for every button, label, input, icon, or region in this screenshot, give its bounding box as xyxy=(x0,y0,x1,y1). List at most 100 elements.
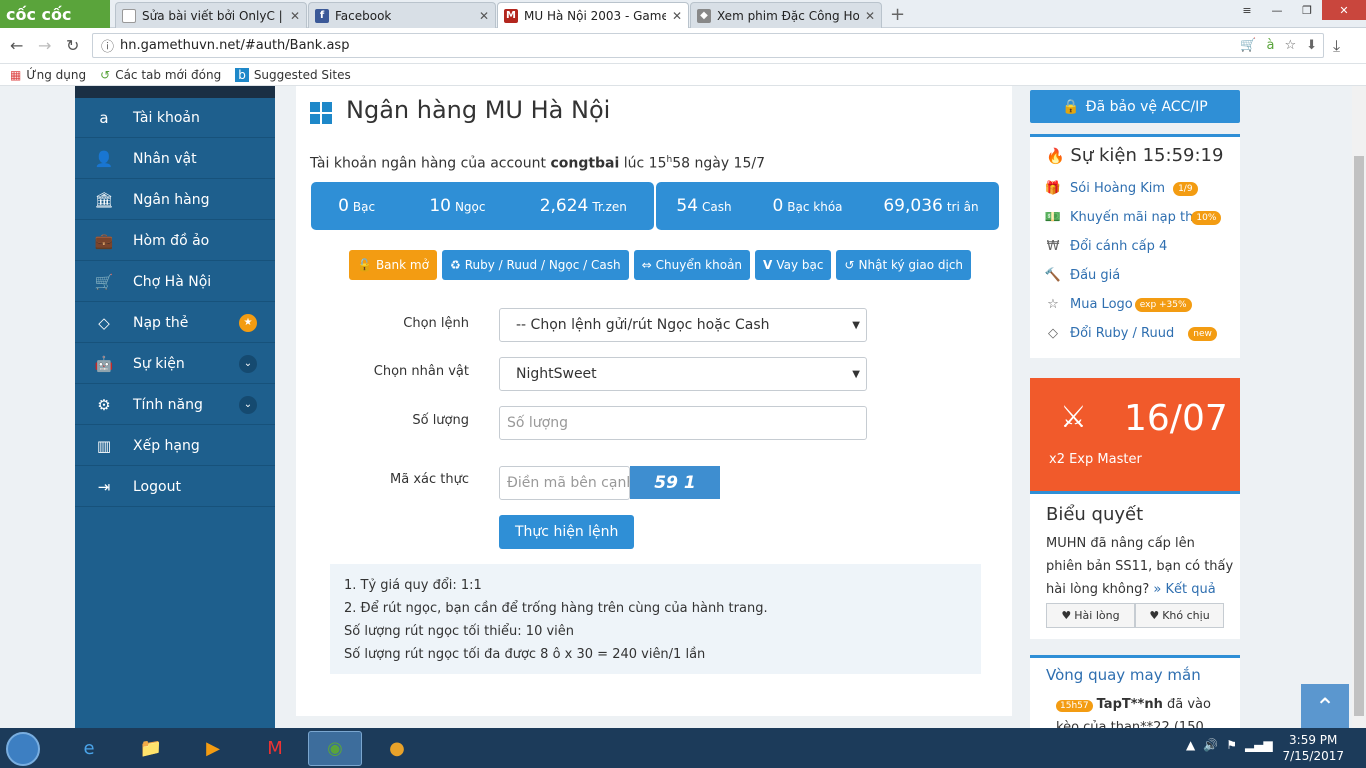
poll-yes-button[interactable]: ♥ Hài lòng xyxy=(1046,603,1135,628)
borrow-button[interactable]: V Vay bạc xyxy=(755,250,832,280)
sidebar-item-market[interactable]: 🛒 Chợ Hà Nội xyxy=(75,262,275,302)
url-field[interactable]: ⓘ hn.gamethuvn.net/#auth/Bank.asp 🛒 à ☆ … xyxy=(92,33,1324,58)
button-label: Ruby / Ruud / Ngọc / Cash xyxy=(464,258,621,272)
gears-icon: ⚙ xyxy=(97,395,111,414)
character-select[interactable]: NightSweet ▼ xyxy=(499,357,867,391)
film-icon: ◆ xyxy=(697,8,711,23)
sidebar-top-strip xyxy=(75,86,275,98)
scroll-top-button[interactable]: ⌃ xyxy=(1301,684,1349,728)
media-player-icon[interactable]: ▶ xyxy=(186,731,240,766)
sidebar-item-ranking[interactable]: ▥ Xếp hạng xyxy=(75,426,275,466)
network-icon[interactable]: ▂▄▆ xyxy=(1245,738,1273,752)
chevron-down-icon[interactable]: ⌄ xyxy=(239,395,257,414)
protect-account-button[interactable]: 🔒 Đã bảo vệ ACC/IP xyxy=(1030,90,1240,123)
sidebar-item-logout[interactable]: ⇥ Logout xyxy=(75,467,275,507)
mu-game-icon[interactable]: M xyxy=(248,731,302,766)
poll-results-link[interactable]: » Kết quả xyxy=(1153,582,1215,597)
explorer-icon[interactable]: 📁 xyxy=(124,731,178,766)
button-label: Vay bạc xyxy=(776,258,824,272)
close-icon[interactable]: ✕ xyxy=(284,9,300,23)
note-line: Số lượng rút ngọc tối đa được 8 ô x 30 =… xyxy=(344,647,706,662)
event-item[interactable]: ₩ Đổi cánh cấp 4 xyxy=(1044,239,1168,254)
sidebar-item-character[interactable]: 👤 Nhân vật xyxy=(75,139,275,179)
browser-tab-3[interactable]: M MU Hà Nội 2003 - Gameth ✕ xyxy=(497,2,689,28)
submit-button[interactable]: Thực hiện lệnh xyxy=(499,515,635,549)
close-icon[interactable]: ✕ xyxy=(666,9,682,23)
chevron-down-icon[interactable]: ⌄ xyxy=(239,354,257,373)
event-label: Đấu giá xyxy=(1070,268,1121,283)
sidebar-item-virtual-box[interactable]: 💼 Hòm đồ ảo xyxy=(75,221,275,261)
close-icon[interactable]: ✕ xyxy=(859,9,875,23)
maximize-icon[interactable]: ❐ xyxy=(1292,0,1322,20)
clock[interactable]: 3:59 PM 7/15/2017 xyxy=(1282,732,1344,764)
captcha-input[interactable]: Điền mã bên cạnh xyxy=(499,466,630,500)
mu-launcher-icon[interactable]: ● xyxy=(370,731,424,766)
menu-icon[interactable]: ≡ xyxy=(1232,0,1262,20)
bookmark-recent-tabs[interactable]: ↺ Các tab mới đóng xyxy=(100,68,221,82)
mu-icon: M xyxy=(504,8,518,23)
ie-icon[interactable]: e xyxy=(62,731,116,766)
bookmark-label: Ứng dụng xyxy=(26,67,87,82)
downloads-icon[interactable]: ⤓ xyxy=(1333,36,1340,56)
button-label: Bank mở xyxy=(375,258,429,272)
windows-taskbar: e 📁 ▶ M ◉ ● ▲ 🔊 ⚑ ▂▄▆ 3:59 PM 7/15/2017 xyxy=(0,728,1366,768)
minimize-icon[interactable]: — xyxy=(1262,0,1292,20)
forward-icon[interactable]: → xyxy=(38,36,51,55)
poll-no-button[interactable]: ♥ Khó chịu xyxy=(1135,603,1224,628)
sidebar-item-bank[interactable]: 🏛 Ngân hàng xyxy=(75,180,275,220)
bookmark-apps[interactable]: ▦ Ứng dụng xyxy=(10,68,86,82)
exchange-button[interactable]: ♻ Ruby / Ruud / Ngọc / Cash xyxy=(441,250,629,280)
tray-arrow-icon[interactable]: ▲ xyxy=(1186,738,1195,752)
balance-group-2: 54 Cash 0 Bạc khóa 69,036 tri ân xyxy=(656,182,999,230)
command-label: Chọn lệnh xyxy=(403,316,469,331)
event-item[interactable]: ☆ Mua Logo exp +35% xyxy=(1044,297,1192,312)
captcha-image[interactable]: 59 1 xyxy=(630,466,720,499)
history-button[interactable]: ↺ Nhật ký giao dịch xyxy=(836,250,972,280)
promo-banner[interactable]: ⚔ 16/07 x2 Exp Master xyxy=(1030,378,1240,491)
translate-icon[interactable]: à xyxy=(1266,38,1274,53)
protect-label: Đã bảo vệ ACC/IP xyxy=(1085,98,1208,115)
close-icon[interactable]: ✕ xyxy=(473,9,489,23)
bank-open-button[interactable]: 🔓 Bank mở xyxy=(349,250,437,280)
scrollbar-thumb[interactable] xyxy=(1354,156,1364,716)
close-window-icon[interactable]: ✕ xyxy=(1322,0,1366,20)
sidebar-item-topup[interactable]: ◇ Nạp thẻ ★ xyxy=(75,303,275,343)
bing-icon: b xyxy=(235,67,249,82)
event-item[interactable]: 🎁 Sói Hoàng Kim 1/9 xyxy=(1044,181,1198,196)
start-button[interactable] xyxy=(6,732,40,766)
reload-icon[interactable]: ↻ xyxy=(66,36,79,55)
stat-cash: 54 Cash xyxy=(676,196,731,216)
download-icon[interactable]: ⬇ xyxy=(1306,38,1317,53)
back-icon[interactable]: ← xyxy=(10,36,23,55)
v-icon: V xyxy=(763,258,773,272)
event-item[interactable]: 💵 Khuyến mãi nạp th 10% xyxy=(1044,210,1222,225)
bar-chart-icon: ▥ xyxy=(96,436,112,455)
transfer-button[interactable]: ⇔ Chuyển khoản xyxy=(633,250,751,280)
flag-icon[interactable]: ⚑ xyxy=(1226,738,1237,752)
coccoc-logo[interactable]: cốc cốc xyxy=(0,0,110,28)
command-value: -- Chọn lệnh gửi/rút Ngọc hoặc Cash xyxy=(516,317,770,333)
sidebar-item-account[interactable]: a Tài khoản xyxy=(75,98,275,138)
user-icon: 👤 xyxy=(94,149,114,168)
sidebar-item-features[interactable]: ⚙ Tính năng ⌄ xyxy=(75,385,275,425)
shop-icon[interactable]: 🛒 xyxy=(1240,38,1256,53)
browser-tab-1[interactable]: Sửa bài viết bởi OnlyC | Ga ✕ xyxy=(115,2,307,28)
tab-title: Facebook xyxy=(335,8,392,23)
browser-tab-4[interactable]: ◆ Xem phim Đặc Công Hoàn ✕ xyxy=(690,2,882,28)
volume-icon[interactable]: 🔊 xyxy=(1203,738,1218,752)
sidebar-item-label: Logout xyxy=(133,478,181,495)
amount-input[interactable]: Số lượng xyxy=(499,406,867,440)
logout-icon: ⇥ xyxy=(97,477,111,496)
bookmark-suggested[interactable]: b Suggested Sites xyxy=(235,67,351,82)
bookmark-star-icon[interactable]: ☆ xyxy=(1284,38,1296,53)
new-tab-icon[interactable]: + xyxy=(890,4,905,25)
browser-tab-2[interactable]: f Facebook ✕ xyxy=(308,2,496,28)
coccoc-task-icon[interactable]: ◉ xyxy=(308,731,362,766)
command-select[interactable]: -- Chọn lệnh gửi/rút Ngọc hoặc Cash ▼ xyxy=(499,308,867,342)
wheel-title[interactable]: Vòng quay may mắn xyxy=(1046,666,1201,684)
fire-icon: 🔥 xyxy=(1046,147,1065,165)
event-item[interactable]: 🔨 Đấu giá xyxy=(1044,268,1120,283)
sidebar-item-events[interactable]: 🤖 Sự kiện ⌄ xyxy=(75,344,275,384)
account-line: Tài khoản ngân hàng của account congtbai… xyxy=(310,155,765,172)
event-item[interactable]: ◇ Đổi Ruby / Ruud new xyxy=(1044,326,1217,341)
